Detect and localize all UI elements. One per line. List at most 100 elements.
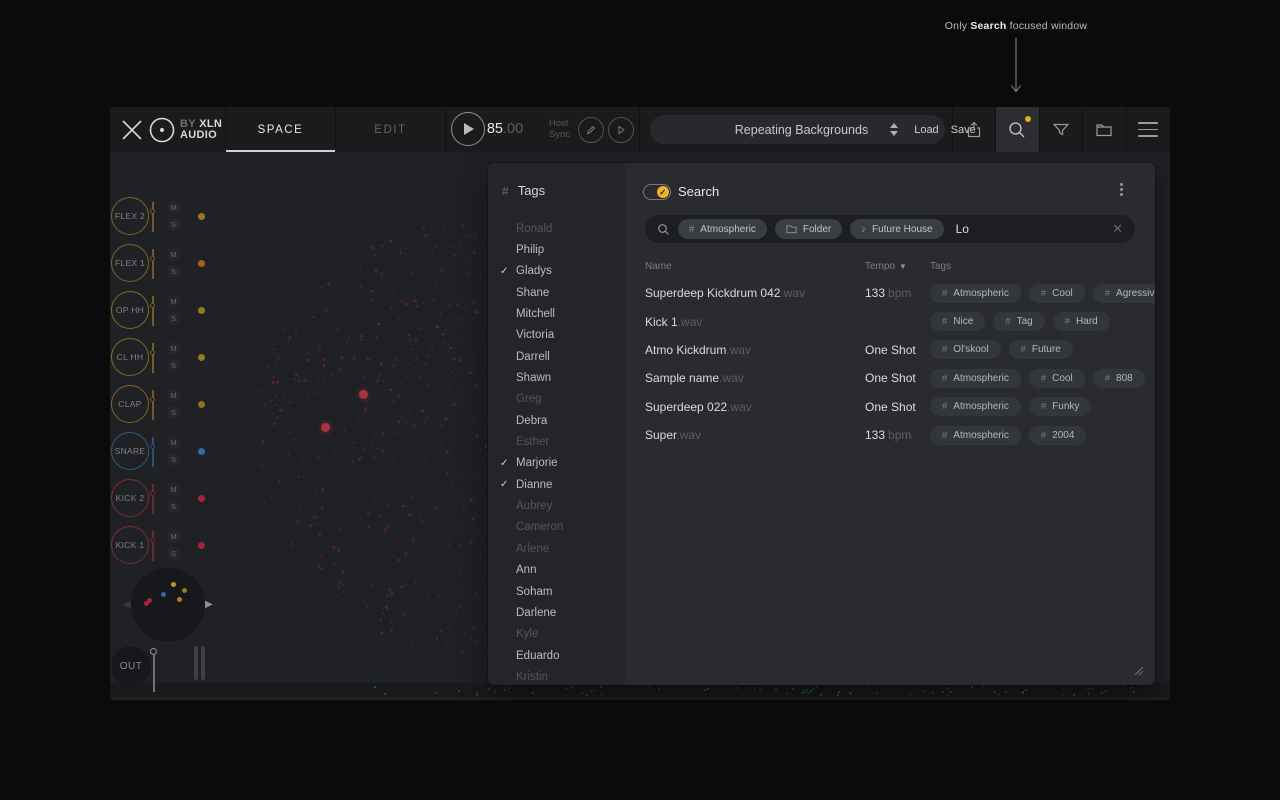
preset-selector[interactable]: Repeating Backgrounds Load Save: [650, 115, 945, 144]
tag-list-item[interactable]: ✓Soham: [488, 581, 625, 602]
search-input[interactable]: #AtmosphericFolder♪Future House Lo ✕: [645, 215, 1135, 243]
channel-pad[interactable]: KICK 1: [111, 526, 149, 564]
column-tempo[interactable]: Tempo▼: [865, 261, 930, 272]
tag-list-item[interactable]: ✓Darrell: [488, 346, 625, 367]
tag-chip[interactable]: #Future: [1009, 340, 1073, 359]
solo-button[interactable]: S: [167, 500, 180, 513]
result-row[interactable]: Kick 1.wav #Nice#Tag#Hard: [625, 307, 1155, 335]
channel-pad[interactable]: CL HH: [111, 338, 149, 376]
channel-fader[interactable]: [152, 202, 154, 232]
resize-handle[interactable]: [1133, 665, 1145, 677]
channel-fader[interactable]: [152, 296, 154, 326]
fader-knob[interactable]: [150, 444, 155, 449]
result-row[interactable]: Atmo Kickdrum.wav One Shot #Ol'skool#Fut…: [625, 336, 1155, 364]
mini-space-map[interactable]: [131, 568, 205, 642]
solo-button[interactable]: S: [167, 218, 180, 231]
result-row[interactable]: Sample name.wav One Shot #Atmospheric#Co…: [625, 364, 1155, 392]
search-button[interactable]: [996, 107, 1039, 152]
tag-list-item[interactable]: ✓Esther: [488, 431, 625, 452]
tag-list-item[interactable]: ✓Shane: [488, 282, 625, 303]
fader-knob[interactable]: [150, 350, 155, 355]
tag-chip[interactable]: #Atmospheric: [930, 426, 1021, 445]
tag-list-item[interactable]: ✓Greg: [488, 389, 625, 410]
tag-list-item[interactable]: ✓Eduardo: [488, 645, 625, 666]
channel-fader[interactable]: [152, 484, 154, 514]
mute-button[interactable]: M: [167, 530, 180, 543]
mute-button[interactable]: M: [167, 389, 180, 402]
solo-button[interactable]: S: [167, 359, 180, 372]
channel-fader[interactable]: [152, 343, 154, 373]
fader-knob[interactable]: [150, 538, 155, 543]
mute-button[interactable]: M: [167, 436, 180, 449]
tag-list-item[interactable]: ✓Dianne: [488, 474, 625, 495]
fader-knob[interactable]: [150, 397, 155, 402]
tag-list-item[interactable]: ✓Aubrey: [488, 495, 625, 516]
channel-fader[interactable]: [152, 249, 154, 279]
tag-list-item[interactable]: ✓Victoria: [488, 325, 625, 346]
map-next-arrow[interactable]: ▶: [205, 599, 213, 610]
fader-knob[interactable]: [150, 256, 155, 261]
tag-list-item[interactable]: ✓Shawn: [488, 367, 625, 388]
out-button[interactable]: OUT: [111, 646, 151, 686]
channel-fader[interactable]: [152, 531, 154, 561]
mute-button[interactable]: M: [167, 201, 180, 214]
tag-list-item[interactable]: ✓Mitchell: [488, 303, 625, 324]
menu-button[interactable]: [1127, 107, 1170, 152]
mute-button[interactable]: M: [167, 342, 180, 355]
tag-list-item[interactable]: ✓Marjorie: [488, 453, 625, 474]
tag-chip[interactable]: #Agressive: [1093, 284, 1155, 303]
beat-strip[interactable]: [110, 683, 1170, 697]
mute-button[interactable]: M: [167, 483, 180, 496]
fader-knob[interactable]: [150, 303, 155, 308]
tag-chip[interactable]: #Atmospheric: [930, 397, 1021, 416]
mute-button[interactable]: M: [167, 248, 180, 261]
fader-knob[interactable]: [150, 491, 155, 496]
tag-chip[interactable]: #Ol'skool: [930, 340, 1001, 359]
channel-pad[interactable]: KICK 2: [111, 479, 149, 517]
tag-list-item[interactable]: ✓Darlene: [488, 602, 625, 623]
load-button[interactable]: Load: [914, 124, 938, 136]
mute-button[interactable]: M: [167, 295, 180, 308]
kebab-menu-button[interactable]: [1120, 183, 1123, 196]
channel-fader[interactable]: [152, 390, 154, 420]
tag-chip[interactable]: #808: [1093, 369, 1145, 388]
solo-button[interactable]: S: [167, 265, 180, 278]
map-prev-arrow[interactable]: ◀: [123, 599, 131, 610]
channel-pad[interactable]: FLEX 1: [111, 244, 149, 282]
browser-button[interactable]: [1083, 107, 1126, 152]
tag-chip[interactable]: #Cool: [1029, 369, 1085, 388]
tag-chip[interactable]: #Funky: [1029, 397, 1092, 416]
selected-sample-dot[interactable]: [359, 390, 368, 399]
tab-edit[interactable]: EDIT: [336, 107, 446, 152]
export-button[interactable]: [953, 107, 996, 152]
tag-list-item[interactable]: ✓Ann: [488, 560, 625, 581]
result-row[interactable]: Super.wav 133bpm #Atmospheric#2004: [625, 421, 1155, 449]
tag-list-item[interactable]: ✓Kyle: [488, 624, 625, 645]
bpm-display[interactable]: 85.00: [487, 121, 523, 137]
tag-list-item[interactable]: ✓Kristin: [488, 666, 625, 685]
result-row[interactable]: Superdeep 022.wav One Shot #Atmospheric#…: [625, 393, 1155, 421]
solo-button[interactable]: S: [167, 453, 180, 466]
tag-list-item[interactable]: ✓Cameron: [488, 517, 625, 538]
channel-pad[interactable]: OP HH: [111, 291, 149, 329]
filter-chip[interactable]: ♪Future House: [850, 219, 943, 239]
selected-sample-dot[interactable]: [321, 423, 330, 432]
tab-space[interactable]: SPACE: [226, 107, 336, 152]
tag-list-item[interactable]: ✓Arlene: [488, 538, 625, 559]
tap-tempo-button[interactable]: [578, 117, 604, 143]
play-button[interactable]: [451, 112, 485, 146]
column-name[interactable]: Name: [645, 261, 865, 272]
preset-spinner[interactable]: [890, 123, 898, 136]
result-row[interactable]: Superdeep Kickdrum 042.wav 133bpm #Atmos…: [625, 279, 1155, 307]
tag-chip[interactable]: #Tag: [993, 312, 1044, 331]
out-fader-knob[interactable]: [150, 648, 157, 655]
tag-list-item[interactable]: ✓Ronald: [488, 218, 625, 239]
channel-pad[interactable]: SNARE: [111, 432, 149, 470]
column-tags[interactable]: Tags: [930, 261, 1155, 272]
tag-chip[interactable]: #Cool: [1029, 284, 1085, 303]
channel-fader[interactable]: [152, 437, 154, 467]
tag-chip[interactable]: #Nice: [930, 312, 985, 331]
filter-chip[interactable]: Folder: [775, 219, 842, 239]
tag-chip[interactable]: #2004: [1029, 426, 1087, 445]
solo-button[interactable]: S: [167, 406, 180, 419]
